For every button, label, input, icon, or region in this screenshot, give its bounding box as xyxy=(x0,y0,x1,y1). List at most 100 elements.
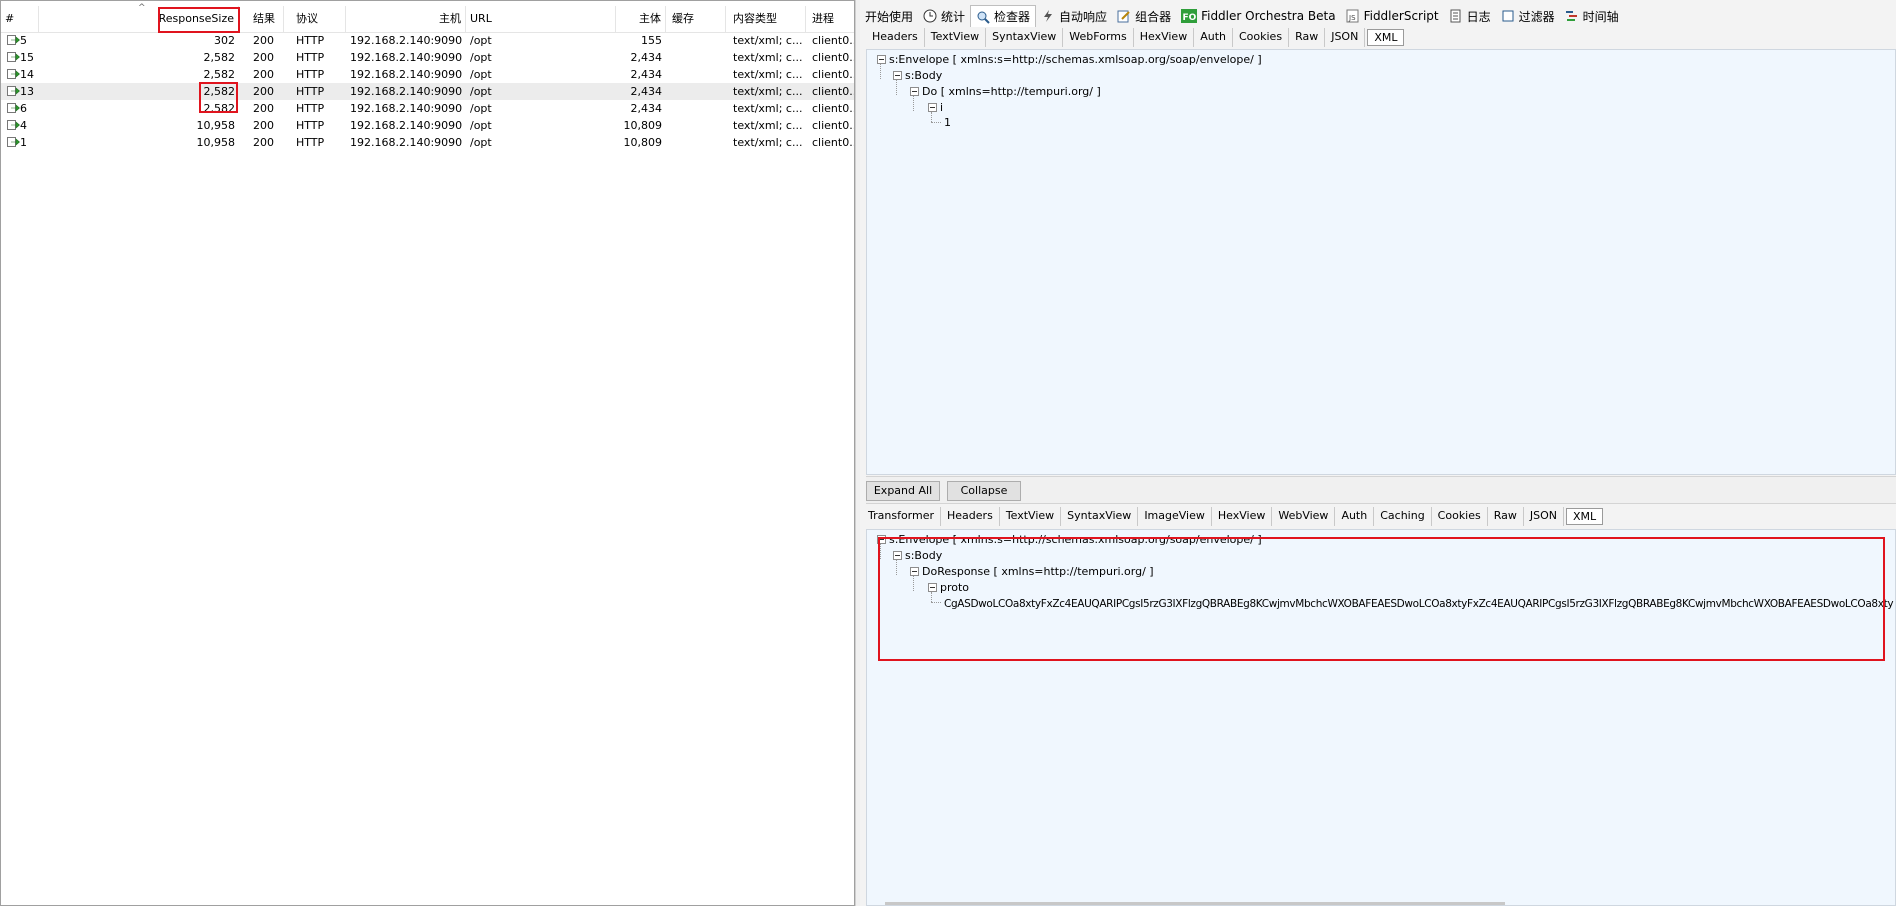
main-tab-2[interactable]: 检查器 xyxy=(970,5,1037,27)
response-tab-transformer[interactable]: Transformer xyxy=(862,507,942,526)
response-tab-syntaxview[interactable]: SyntaxView xyxy=(1061,507,1139,526)
column-header-process[interactable]: 进程 xyxy=(806,6,854,32)
tree-node-body[interactable]: s:Body xyxy=(893,549,942,563)
sort-ascending-icon: ^ xyxy=(138,3,146,13)
request-tab-headers[interactable]: Headers xyxy=(866,28,925,47)
tree-button-bar: Expand All Collapse xyxy=(866,476,1896,504)
request-tab-syntaxview[interactable]: SyntaxView xyxy=(986,28,1064,47)
collapse-icon[interactable] xyxy=(928,102,937,112)
session-arrow-icon xyxy=(7,52,20,62)
tree-node-method[interactable]: DoResponse [ xmlns=http://tempuri.org/ ] xyxy=(910,565,1154,579)
column-header-protocol[interactable]: 协议 xyxy=(284,6,346,32)
session-list-panel: # ResponseSize 结果 协议 主机 URL 主体 缓存 内容类型 进… xyxy=(0,0,855,906)
session-cell-process: client0... xyxy=(812,34,855,47)
session-row[interactable]: 13 2,582 200 HTTP 192.168.2.140:9090/opt 2,43… xyxy=(1,83,855,100)
collapse-icon[interactable] xyxy=(910,566,919,576)
session-cell-cache xyxy=(666,66,726,83)
collapse-icon[interactable] xyxy=(893,70,902,80)
collapse-icon[interactable] xyxy=(928,582,937,592)
session-row[interactable]: 15 2,582 200 HTTP 192.168.2.140:9090/opt 2,43… xyxy=(1,49,854,66)
request-tab-cookies[interactable]: Cookies xyxy=(1233,28,1290,47)
session-cell-size: 302 xyxy=(214,34,235,47)
clock-icon xyxy=(923,9,937,23)
main-tab-label: 检查器 xyxy=(994,10,1031,24)
tree-node-value[interactable]: 1 xyxy=(944,116,951,130)
main-tab-6[interactable]: JS FiddlerScript xyxy=(1341,5,1444,27)
main-tab-9[interactable]: 时间轴 xyxy=(1560,5,1624,27)
request-tab-xml[interactable]: XML xyxy=(1367,29,1405,46)
session-cell-process: client0... xyxy=(812,85,855,98)
response-tab-json[interactable]: JSON xyxy=(1524,507,1565,526)
session-cell-protocol: HTTP xyxy=(296,136,325,149)
collapse-icon[interactable] xyxy=(877,534,886,544)
response-tab-headers[interactable]: Headers xyxy=(941,507,1000,526)
session-cell-body: 2,434 xyxy=(630,51,663,64)
response-tab-auth[interactable]: Auth xyxy=(1335,507,1375,526)
main-tab-5[interactable]: FO Fiddler Orchestra Beta xyxy=(1176,5,1341,27)
request-tab-json[interactable]: JSON xyxy=(1325,28,1366,47)
session-cell-result: 200 xyxy=(253,51,274,64)
request-tab-textview[interactable]: TextView xyxy=(925,28,987,47)
tree-node-value[interactable]: CgASDwoLCOa8xtyFxZc4EAUQARIPCgsI5rzG3IXF… xyxy=(944,597,1894,611)
session-row[interactable]: 14 2,582 200 HTTP 192.168.2.140:9090/opt 2,43… xyxy=(1,66,855,83)
column-header-number[interactable]: # xyxy=(1,6,39,32)
collapse-icon[interactable] xyxy=(877,54,886,64)
tree-node-body[interactable]: s:Body xyxy=(893,69,942,83)
session-arrow-icon xyxy=(7,35,20,45)
collapse-icon[interactable] xyxy=(893,550,902,560)
session-arrow-icon xyxy=(7,103,20,113)
response-tab-raw[interactable]: Raw xyxy=(1488,507,1524,526)
column-header-caching[interactable]: 缓存 xyxy=(666,6,726,32)
session-cell-cache xyxy=(666,134,726,151)
tree-node-envelope[interactable]: s:Envelope [ xmlns:s=http://schemas.xmls… xyxy=(877,53,1262,67)
response-tab-cookies[interactable]: Cookies xyxy=(1432,507,1488,526)
response-tab-webview[interactable]: WebView xyxy=(1272,507,1336,526)
response-tab-caching[interactable]: Caching xyxy=(1374,507,1432,526)
tree-node-param[interactable]: proto xyxy=(928,581,969,595)
session-cell-size: 2,582 xyxy=(203,102,236,115)
expand-all-button[interactable]: Expand All xyxy=(866,481,940,501)
session-cell-body: 10,809 xyxy=(623,136,663,149)
session-cell-process: client0... xyxy=(812,68,855,81)
response-tab-hexview[interactable]: HexView xyxy=(1212,507,1273,526)
session-cell-content-type: text/xml; c... xyxy=(733,136,803,149)
main-tab-0[interactable]: 开始使用 xyxy=(860,5,918,27)
session-cell-body: 10,809 xyxy=(623,119,663,132)
main-tab-4[interactable]: 组合器 xyxy=(1112,5,1176,27)
main-tab-label: FiddlerScript xyxy=(1363,9,1439,23)
horizontal-scrollbar[interactable] xyxy=(885,902,1505,905)
session-row[interactable]: 1 10,958 200 HTTP 192.168.2.140:9090/opt 10,8… xyxy=(1,134,855,151)
tree-node-envelope[interactable]: s:Envelope [ xmlns:s=http://schemas.xmls… xyxy=(877,533,1262,547)
column-header-body[interactable]: 主体 xyxy=(616,6,666,32)
request-tab-raw[interactable]: Raw xyxy=(1289,28,1326,47)
collapse-button[interactable]: Collapse xyxy=(947,481,1021,501)
main-tab-8[interactable]: 过滤器 xyxy=(1496,5,1560,27)
session-row[interactable]: 5 302 200 HTTP 192.168.2.140:9090/opt 155 text… xyxy=(1,32,855,49)
session-arrow-icon xyxy=(7,120,20,130)
main-tab-label: 组合器 xyxy=(1135,9,1172,24)
response-tab-textview[interactable]: TextView xyxy=(1000,507,1062,526)
request-tab-hexview[interactable]: HexView xyxy=(1134,28,1195,47)
request-tab-auth[interactable]: Auth xyxy=(1194,28,1233,47)
column-header-result[interactable]: 结果 xyxy=(239,6,284,32)
column-header-url[interactable]: URL xyxy=(466,6,616,32)
main-tab-7[interactable]: 日志 xyxy=(1444,5,1496,27)
response-tab-xml[interactable]: XML xyxy=(1566,508,1604,525)
session-cell-process: client0... xyxy=(812,119,855,132)
session-cell-process: client0... xyxy=(812,136,855,149)
session-row[interactable]: 4 10,958 200 HTTP 192.168.2.140:9090/opt 10,8… xyxy=(1,117,855,134)
column-header-content-type[interactable]: 内容类型 xyxy=(726,6,806,32)
column-header-host[interactable]: 主机 xyxy=(346,6,466,32)
session-row[interactable]: 6 2,582 200 HTTP 192.168.2.140:9090/opt 2,434… xyxy=(1,100,854,117)
main-tab-3[interactable]: 自动响应 xyxy=(1036,5,1112,27)
session-cell-size: 2,582 xyxy=(203,51,236,64)
request-tab-webforms[interactable]: WebForms xyxy=(1063,28,1134,47)
response-tab-imageview[interactable]: ImageView xyxy=(1138,507,1212,526)
main-tab-1[interactable]: 统计 xyxy=(918,5,970,27)
session-cell-host: 192.168.2.140:9090 xyxy=(350,51,463,64)
tree-node-method[interactable]: Do [ xmlns=http://tempuri.org/ ] xyxy=(910,85,1101,99)
inspect-icon xyxy=(976,10,990,24)
main-tab-label: 开始使用 xyxy=(865,9,914,24)
collapse-icon[interactable] xyxy=(910,86,919,96)
tree-node-param[interactable]: i xyxy=(928,101,943,115)
